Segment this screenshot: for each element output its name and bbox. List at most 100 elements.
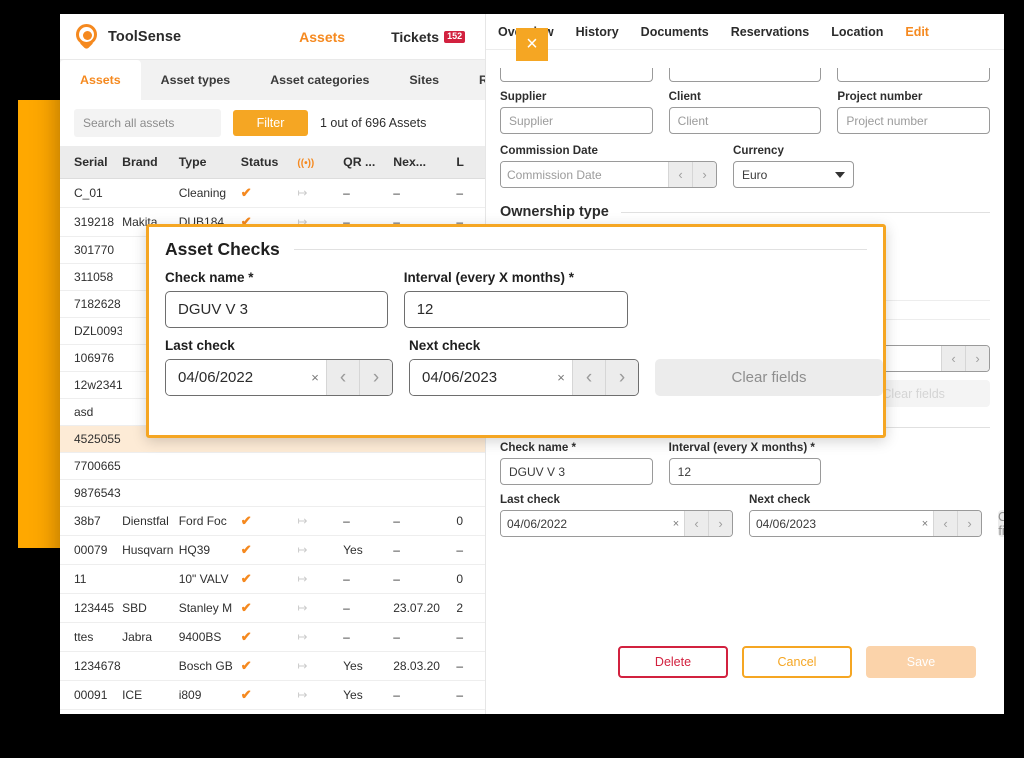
commission-date-input[interactable] <box>501 162 668 187</box>
table-row[interactable]: 00091ICEi809✔↦Yes–– <box>60 681 485 710</box>
cut-field-3[interactable] <box>837 68 990 82</box>
cell-next: – <box>393 681 456 710</box>
cell-next: – <box>393 179 456 208</box>
table-row[interactable]: 9876543 <box>60 480 485 507</box>
tab-sites[interactable]: Sites <box>389 60 459 100</box>
cut-field-1[interactable] <box>500 68 653 82</box>
status-check-icon: ✔ <box>241 658 252 673</box>
last-check-prev-icon[interactable]: ‹ <box>684 511 708 536</box>
commission-date-prev-icon[interactable]: ‹ <box>668 162 692 187</box>
cell-last <box>456 453 485 480</box>
check-name-input[interactable] <box>500 458 653 485</box>
cell-serial: DZL0093 <box>60 318 122 345</box>
cell-qr: Yes <box>343 536 393 565</box>
cell-next: 23.07.20 <box>393 594 456 623</box>
table-row[interactable]: ttesJabra9400BS✔↦––– <box>60 623 485 652</box>
project-number-input[interactable] <box>837 107 990 134</box>
cell-type: 9400BS <box>179 623 241 652</box>
save-button[interactable]: Save <box>866 646 976 678</box>
project-number-label: Project number <box>837 90 990 103</box>
modal-last-check-input[interactable] <box>166 360 304 395</box>
signal-off-icon: ↦ <box>297 186 307 200</box>
modal-next-check-input[interactable] <box>410 360 550 395</box>
modal-next-check-prev-icon[interactable]: ‹ <box>572 360 605 395</box>
table-row[interactable]: 1234678Bosch GB✔↦Yes28.03.20– <box>60 652 485 681</box>
table-row[interactable]: 00079HusqvarnHQ39✔↦Yes–– <box>60 536 485 565</box>
modal-next-check-next-icon[interactable]: › <box>605 360 638 395</box>
cell-last: – <box>456 179 485 208</box>
cell-serial: 1234678 <box>60 652 122 681</box>
tab-assets[interactable]: Assets <box>60 60 141 100</box>
next-maintenance-prev-icon[interactable]: ‹ <box>941 346 965 371</box>
modal-interval-input[interactable] <box>404 291 629 328</box>
nav-item-tickets[interactable]: Tickets 152 <box>391 29 465 45</box>
modal-next-check-clear-icon[interactable]: × <box>550 360 572 395</box>
cut-field-2[interactable] <box>669 68 822 82</box>
modal-row-1: Check name * Interval (every X months) * <box>165 270 867 328</box>
table-row[interactable]: 1110" VALV✔↦––0 <box>60 565 485 594</box>
tab-edit[interactable]: Edit <box>905 25 929 39</box>
filter-button[interactable]: Filter <box>233 110 308 136</box>
status-check-icon: ✔ <box>241 542 252 557</box>
tab-documents[interactable]: Documents <box>641 25 709 39</box>
modal-clear-wrap: Clear fields <box>655 338 883 396</box>
col-header-last[interactable]: L <box>456 146 485 179</box>
nav-item-assets[interactable]: Assets <box>299 29 345 45</box>
col-header-qr[interactable]: QR ... <box>343 146 393 179</box>
commission-date-next-icon[interactable]: › <box>692 162 716 187</box>
last-check-next-icon[interactable]: › <box>708 511 732 536</box>
tab-location[interactable]: Location <box>831 25 883 39</box>
table-row[interactable]: C_01Cleaning✔↦––– <box>60 179 485 208</box>
next-check-prev-icon[interactable]: ‹ <box>933 511 957 536</box>
modal-next-check-input-group: × ‹ › <box>409 359 639 396</box>
cell-type: 10" VALV <box>179 565 241 594</box>
table-row[interactable]: 7700665 <box>60 453 485 480</box>
modal-last-check-label: Last check <box>165 338 393 353</box>
last-check-input[interactable] <box>501 511 668 536</box>
modal-last-check-prev-icon[interactable]: ‹ <box>326 360 359 395</box>
table-row[interactable]: 123445SBDStanley M✔↦–23.07.202 <box>60 594 485 623</box>
next-maintenance-next-icon[interactable]: › <box>965 346 989 371</box>
tab-asset-types[interactable]: Asset types <box>141 60 251 100</box>
currency-value: Euro <box>742 168 767 182</box>
modal-last-check-clear-icon[interactable]: × <box>304 360 326 395</box>
cell-signal: ↦ <box>297 710 343 715</box>
currency-select[interactable]: Euro <box>733 161 854 188</box>
col-header-signal-icon[interactable]: ((•)) <box>297 146 343 179</box>
cell-brand <box>122 565 179 594</box>
modal-clear-fields-button[interactable]: Clear fields <box>655 359 883 396</box>
last-check-clear-icon[interactable]: × <box>668 511 684 536</box>
modal-interval-group: Interval (every X months) * <box>404 270 629 328</box>
asset-checks-clear-fields-button[interactable]: Clear fields <box>998 510 1004 537</box>
client-input[interactable] <box>669 107 822 134</box>
delete-button[interactable]: Delete <box>618 646 728 678</box>
col-header-serial[interactable]: Serial <box>60 146 122 179</box>
table-row[interactable]: 38b7DienstfalFord Foc✔↦––0 <box>60 507 485 536</box>
table-row[interactable]: 5929929NilfiskPACESET✔↦Yes–– <box>60 710 485 715</box>
modal-next-check-label: Next check <box>409 338 639 353</box>
supplier-input[interactable] <box>500 107 653 134</box>
tab-reservations[interactable]: Rese <box>459 60 485 100</box>
col-header-next[interactable]: Nex... <box>393 146 456 179</box>
col-header-type[interactable]: Type <box>179 146 241 179</box>
cancel-button[interactable]: Cancel <box>742 646 852 678</box>
tab-reservations[interactable]: Reservations <box>731 25 810 39</box>
tab-asset-categories[interactable]: Asset categories <box>250 60 389 100</box>
interval-input[interactable] <box>669 458 822 485</box>
close-icon[interactable]: × <box>516 28 548 61</box>
cell-next: 28.03.20 <box>393 652 456 681</box>
col-header-brand[interactable]: Brand <box>122 146 179 179</box>
tab-history[interactable]: History <box>576 25 619 39</box>
next-check-clear-icon[interactable]: × <box>917 511 933 536</box>
assets-toolbar: Filter 1 out of 696 Assets <box>60 100 485 146</box>
search-input[interactable] <box>74 109 221 137</box>
next-check-input[interactable] <box>750 511 917 536</box>
modal-row-2: Last check × ‹ › Next check × ‹ › Clea <box>165 338 867 396</box>
supplier-client-project-row: Supplier Client Project number <box>500 90 990 134</box>
next-check-next-icon[interactable]: › <box>957 511 981 536</box>
col-header-status[interactable]: Status <box>241 146 298 179</box>
interval-field-group: Interval (every X months) * <box>669 441 822 485</box>
modal-last-check-next-icon[interactable]: › <box>359 360 392 395</box>
modal-check-name-input[interactable] <box>165 291 388 328</box>
cell-qr: Yes <box>343 681 393 710</box>
